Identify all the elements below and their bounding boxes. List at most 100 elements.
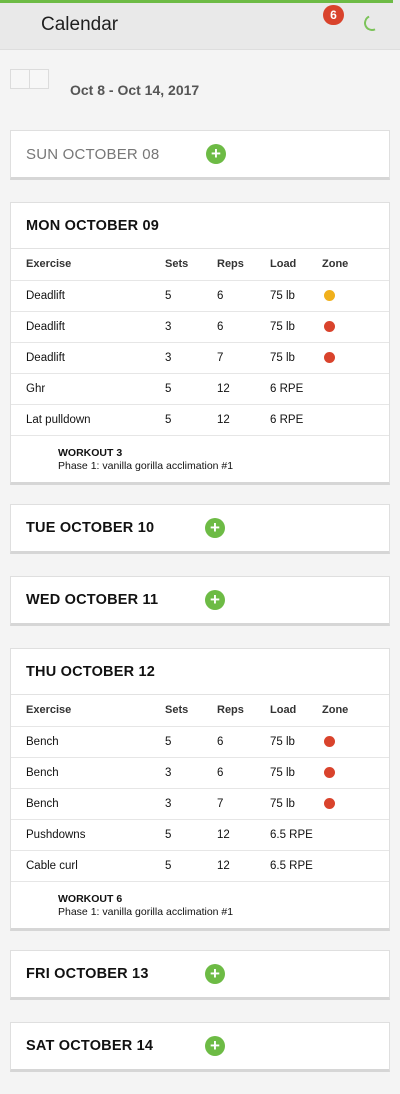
column-header-exercise: Exercise [26, 704, 72, 717]
exercise-row[interactable]: Ghr 5 12 6 RPE [11, 373, 389, 404]
exercise-row[interactable]: Deadlift 3 6 75 lb [11, 311, 389, 342]
day-card-wed: WED OCTOBER 11 + [10, 576, 390, 626]
week-navigation [10, 69, 49, 89]
workout-footer[interactable]: WORKOUT 3 Phase 1: vanilla gorilla accli… [11, 436, 389, 482]
exercise-reps: 6 [217, 289, 224, 302]
column-header-sets: Sets [165, 258, 189, 271]
exercise-row[interactable]: Bench 3 6 75 lb [11, 757, 389, 788]
zone-red-dot-icon [324, 797, 335, 809]
workout-phase: Phase 1: vanilla gorilla acclimation #1 [58, 905, 234, 918]
day-label: TUE OCTOBER 10 [26, 520, 155, 536]
column-header-exercise: Exercise [26, 258, 72, 271]
app-header: Calendar 6 [0, 0, 400, 50]
notification-badge[interactable]: 6 [323, 5, 344, 25]
exercise-zone [322, 819, 389, 850]
day-label: SUN OCTOBER 08 [26, 146, 160, 163]
day-label: SAT OCTOBER 14 [26, 1038, 154, 1054]
week-range: Oct 8 - Oct 14, 2017 [70, 82, 200, 98]
page-title: Calendar [41, 14, 119, 35]
day-label: MON OCTOBER 09 [26, 218, 160, 234]
exercise-name: Deadlift [26, 320, 65, 333]
zone-red-dot-icon [324, 766, 335, 778]
column-header-load: Load [270, 258, 297, 271]
exercise-name: Deadlift [26, 351, 65, 364]
zone-red-dot-icon [324, 320, 335, 332]
column-header-zone: Zone [322, 704, 349, 717]
previous-week-button[interactable] [10, 69, 30, 89]
table-header-row: Exercise Sets Reps Load Zone [11, 695, 389, 726]
day-card-tue: TUE OCTOBER 10 + [10, 504, 390, 554]
exercise-load: 75 lb [270, 766, 295, 779]
exercise-reps: 6 [217, 766, 224, 779]
add-workout-button[interactable]: + [205, 964, 225, 984]
exercise-zone [322, 788, 389, 819]
exercise-zone [322, 850, 389, 881]
exercise-reps: 12 [217, 382, 230, 395]
exercise-name: Bench [26, 797, 59, 810]
exercise-sets: 5 [165, 859, 172, 872]
exercise-load: 75 lb [270, 289, 295, 302]
add-workout-button[interactable]: + [205, 590, 225, 610]
exercise-table: Exercise Sets Reps Load Zone Bench 5 6 75 l… [11, 695, 389, 882]
table-header-row: Exercise Sets Reps Load Zone [11, 249, 389, 280]
exercise-zone [322, 404, 389, 435]
exercise-row[interactable]: Pushdowns 5 12 6.5 RPE [11, 819, 389, 850]
day-card-sat: SAT OCTOBER 14 + [10, 1022, 390, 1072]
add-workout-button[interactable]: + [205, 1036, 225, 1056]
exercise-row[interactable]: Cable curl 5 12 6.5 RPE [11, 850, 389, 881]
exercise-name: Cable curl [26, 859, 78, 872]
exercise-sets: 5 [165, 289, 172, 302]
add-workout-button[interactable]: + [205, 518, 225, 538]
exercise-reps: 6 [217, 735, 224, 748]
exercise-zone [322, 373, 389, 404]
exercise-load: 75 lb [270, 351, 295, 364]
exercise-zone [322, 726, 389, 757]
exercise-reps: 12 [217, 828, 230, 841]
exercise-sets: 5 [165, 828, 172, 841]
exercise-load: 75 lb [270, 797, 295, 810]
exercise-name: Deadlift [26, 289, 65, 302]
exercise-sets: 3 [165, 797, 172, 810]
exercise-row[interactable]: Bench 3 7 75 lb [11, 788, 389, 819]
workout-footer[interactable]: WORKOUT 6 Phase 1: vanilla gorilla accli… [11, 882, 389, 928]
exercise-load: 6.5 RPE [270, 859, 313, 872]
zone-yellow-dot-icon [324, 289, 335, 301]
exercise-row[interactable]: Deadlift 3 7 75 lb [11, 342, 389, 373]
exercise-name: Pushdowns [26, 828, 86, 841]
column-header-reps: Reps [217, 704, 244, 717]
exercise-zone [322, 280, 389, 311]
exercise-name: Bench [26, 735, 59, 748]
column-header-zone: Zone [322, 258, 349, 271]
exercise-zone [322, 342, 389, 373]
day-card-thu: THU OCTOBER 12 Exercise Sets Reps Load Z… [10, 648, 390, 931]
add-workout-button[interactable]: + [206, 144, 226, 164]
exercise-reps: 6 [217, 320, 224, 333]
day-card-fri: FRI OCTOBER 13 + [10, 950, 390, 1000]
exercise-name: Bench [26, 766, 59, 779]
exercise-reps: 7 [217, 797, 224, 810]
exercise-sets: 3 [165, 351, 172, 364]
exercise-sets: 3 [165, 766, 172, 779]
exercise-name: Ghr [26, 382, 46, 395]
exercise-zone [322, 311, 389, 342]
exercise-zone [322, 757, 389, 788]
workout-title: WORKOUT 6 [58, 892, 123, 905]
exercise-load: 75 lb [270, 320, 295, 333]
exercise-reps: 7 [217, 351, 224, 364]
next-week-button[interactable] [29, 69, 49, 89]
exercise-row[interactable]: Deadlift 5 6 75 lb [11, 280, 389, 311]
exercise-row[interactable]: Lat pulldown 5 12 6 RPE [11, 404, 389, 435]
day-card-sun: SUN OCTOBER 08 + [10, 130, 390, 180]
day-card-mon: MON OCTOBER 09 Exercise Sets Reps Load Z… [10, 202, 390, 485]
exercise-load: 6 RPE [270, 413, 304, 426]
column-header-sets: Sets [165, 704, 189, 717]
exercise-reps: 12 [217, 859, 230, 872]
exercise-row[interactable]: Bench 5 6 75 lb [11, 726, 389, 757]
exercise-load: 75 lb [270, 735, 295, 748]
loading-spinner-icon [361, 12, 383, 34]
zone-red-dot-icon [324, 351, 335, 363]
day-label: FRI OCTOBER 13 [26, 966, 149, 982]
exercise-name: Lat pulldown [26, 413, 91, 426]
column-header-load: Load [270, 704, 297, 717]
loading-progress-bar [0, 0, 393, 3]
